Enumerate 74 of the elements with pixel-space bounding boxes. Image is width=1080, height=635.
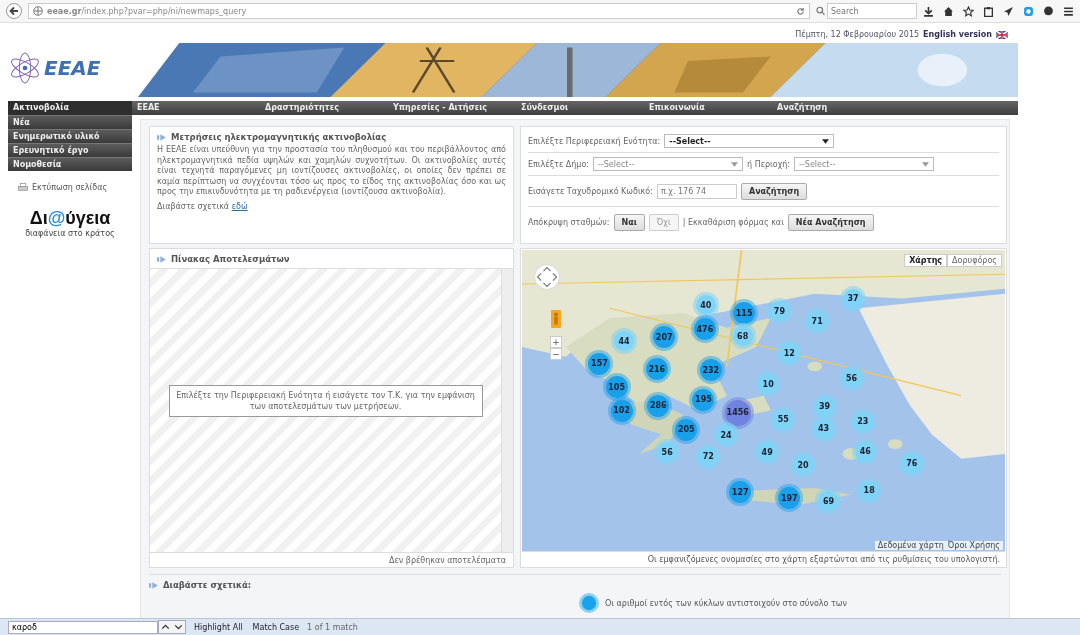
- field-label: Επιλέξτε Περιφερειακή Ενότητα:: [528, 136, 661, 146]
- bullet-arrow-icon: [157, 133, 167, 141]
- map-data-text: Δεδομένα χάρτη: [877, 541, 944, 550]
- home-icon[interactable]: [943, 5, 954, 17]
- section-title: Διαβάστε σχετικά:: [163, 580, 252, 590]
- new-search-button[interactable]: Νέα Αναζήτηση: [787, 213, 874, 231]
- empty-message: Επιλέξτε την Περιφερειακή Ενότητα ή εισάγετε τον Τ.Κ. για την εμφάνιση των αποτελεσμάτων των μετρήσεων.: [168, 384, 483, 417]
- side-menu-item[interactable]: Ενημερωτικό υλικό: [8, 129, 132, 143]
- find-field[interactable]: καροδ: [8, 620, 158, 634]
- pan-control-icon[interactable]: [534, 264, 560, 290]
- map-note: Οι εμφανιζόμενες ονομασίες στο χάρτη εξαρτώνται από τις ρυθμίσεις του υπολογιστή.: [522, 551, 1005, 566]
- logo-tagline: διαφάνεια στο κράτος: [25, 229, 115, 238]
- menu-icon[interactable]: [1063, 5, 1074, 17]
- search-field[interactable]: Search: [827, 3, 917, 19]
- region-select[interactable]: --Select--: [664, 134, 835, 148]
- logo-text[interactable]: Δι@ύγεια: [29, 208, 111, 229]
- intro-paragraph: Η ΕΕΑΕ είναι υπεύθυνη για την προστασία του πληθυσμού και του περιβάλλοντος από ηλεκτρομαγνητικά πεδία υψηλών και χαμηλών συχνοτήτων. Οι ακτινοβολίες αυτές είναι τεχνητά παραγόμενες μη ιοντίζουσες ακτινοβολίες, οι οποίες δεν πρέπει σε καμία περίπτωση να συγχέονται τόσο ως προς το είδος της ακτινοβολίας όσο και ως προς την επικινδυνότητα με τη ραδιενέργεια (ιοντίζουσα ακτινοβολία).: [157, 145, 506, 198]
- read-more-text: Διαβάστε σχετικά: [157, 201, 230, 211]
- side-menu-item[interactable]: Νέα: [8, 115, 132, 129]
- municipality-select[interactable]: --Select--: [593, 157, 743, 171]
- nav-item[interactable]: Αναζήτηση: [772, 101, 900, 115]
- back-icon[interactable]: [6, 3, 22, 19]
- terms-link[interactable]: Όροι Χρήσης: [947, 541, 1000, 550]
- send-icon[interactable]: [1003, 5, 1014, 17]
- printer-icon[interactable]: [18, 183, 28, 192]
- nav-item[interactable]: Δραστηριότητες: [260, 101, 388, 115]
- legend-text: Οι αριθμοί εντός των κύκλων αντιστοιχούν στο σύνολο των: [605, 598, 847, 608]
- section-title: Μετρήσεις ηλεκτρομαγνητικής ακτινοβολίας: [171, 132, 387, 142]
- chat-icon[interactable]: [1023, 5, 1034, 17]
- map-type-button[interactable]: Χάρτης: [904, 254, 948, 267]
- star-icon[interactable]: [963, 5, 974, 17]
- match-case-button[interactable]: Match Case: [250, 622, 302, 632]
- search-button[interactable]: Αναζήτηση: [740, 182, 808, 200]
- nav-item[interactable]: Σύνδεσμοι: [516, 101, 644, 115]
- nav-item[interactable]: ΕΕΑΕ: [132, 101, 260, 115]
- bullet-arrow-icon: [157, 255, 167, 263]
- section-title: Πίνακας Αποτελεσμάτων: [171, 254, 290, 264]
- field-label: ή Περιοχή:: [747, 159, 791, 169]
- match-count: 1 of 1 match: [307, 622, 358, 632]
- read-more-link[interactable]: εδώ: [231, 201, 248, 211]
- logo-text[interactable]: ΕΕΑΕ: [44, 56, 101, 80]
- field-label: Επιλέξτε Δήμο:: [528, 159, 589, 169]
- address-bar[interactable]: eeae.gr/index.php?pvar=php/ni/newmaps_query: [28, 3, 810, 19]
- side-menu-item[interactable]: Ερευνητικό έργο: [8, 143, 132, 157]
- nav-item[interactable]: Επικοινωνία: [644, 101, 772, 115]
- area-select[interactable]: --Select--: [794, 157, 935, 171]
- map-type-button[interactable]: Δορυφόρος: [947, 254, 1002, 267]
- reload-icon[interactable]: [795, 6, 805, 16]
- toggle-button[interactable]: Ναι: [613, 213, 645, 231]
- highlight-all-button[interactable]: Highlight All: [192, 622, 245, 632]
- postcode-field[interactable]: π.χ. 176 74: [656, 183, 737, 199]
- zoom-button[interactable]: −: [550, 348, 562, 360]
- cluster-legend-icon: [579, 593, 599, 613]
- download-icon[interactable]: [923, 5, 934, 17]
- scrollbar[interactable]: [501, 269, 513, 552]
- flag-icon[interactable]: [996, 30, 1008, 39]
- nav-item[interactable]: Ακτινοβολία: [8, 101, 132, 115]
- field-label: Απόκρυψη σταθμών:: [528, 217, 610, 227]
- caret-icon[interactable]: [822, 138, 830, 144]
- bullet-arrow-icon: [149, 581, 159, 589]
- side-menu-item[interactable]: Νομοθεσία: [8, 157, 132, 171]
- date-text: Πέμπτη, 12 Φεβρουαρίου 2015: [795, 30, 920, 39]
- language-link[interactable]: English version: [923, 30, 992, 39]
- results-footer: Δεν βρέθηκαν αποτελέσματα: [150, 552, 513, 567]
- globe-icon[interactable]: [33, 6, 43, 16]
- field-label: Εισάγετε Ταχυδρομικό Κωδικό:: [528, 186, 653, 196]
- url-text[interactable]: eeae.gr/index.php?pvar=php/ni/newmaps_query: [47, 6, 792, 16]
- search-icon[interactable]: [815, 6, 825, 16]
- atom-icon: [8, 51, 42, 85]
- zoom-button[interactable]: +: [550, 336, 562, 348]
- print-link[interactable]: Εκτύπωση σελίδας: [32, 183, 108, 192]
- clipboard-icon[interactable]: [983, 5, 994, 17]
- nav-item[interactable]: Υπηρεσίες - Αιτήσεις: [388, 101, 516, 115]
- clear-form-text: | Εκκαθάριση φόρμας και: [682, 217, 784, 227]
